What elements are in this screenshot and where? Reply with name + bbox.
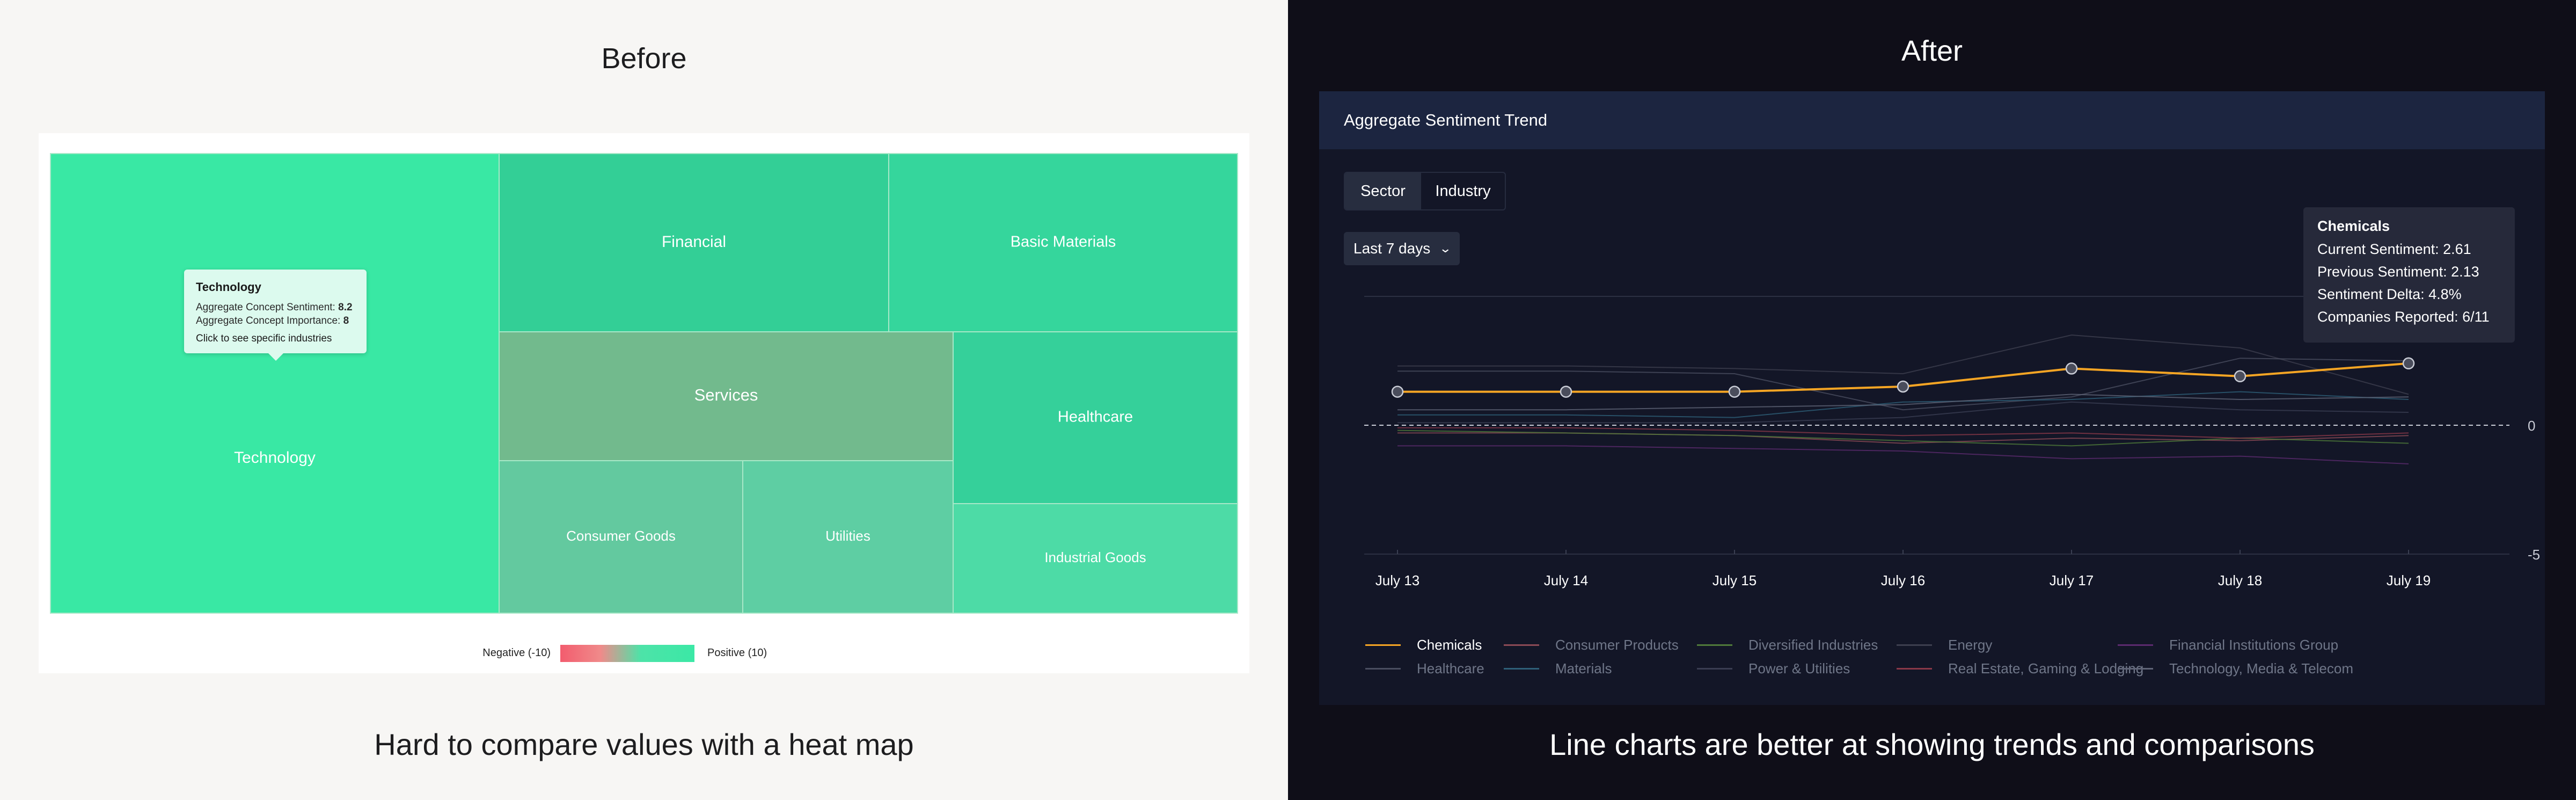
tile-label-technology: Technology — [234, 449, 316, 467]
after-title: After — [1901, 35, 1963, 67]
series-legend: Chemicals Consumer Products Diversified In… — [1365, 637, 2519, 685]
series-line-financial-institutions-group[interactable] — [1397, 445, 2409, 464]
legend-swatch — [1504, 644, 1539, 646]
legend-label: Energy — [1948, 637, 1993, 653]
data-point-chemicals[interactable] — [1728, 386, 1741, 398]
data-point-chemicals[interactable] — [2065, 362, 2078, 375]
tile-label-healthcare: Healthcare — [1058, 409, 1133, 426]
legend-item[interactable]: Technology, Media & Telecom — [2118, 660, 2353, 677]
legend-label: Technology, Media & Telecom — [2169, 660, 2354, 677]
data-point-chemicals[interactable] — [1560, 386, 1572, 398]
x-tick-label: July 19 — [2387, 572, 2431, 588]
after-caption: Line charts are better at showing trends… — [1549, 728, 2315, 761]
color-scale-bar — [560, 645, 694, 662]
y-tick-label: 0 — [2528, 418, 2535, 434]
legend-swatch — [1365, 644, 1401, 646]
legend-item[interactable]: Power & Utilities — [1697, 660, 1850, 677]
legend-label: Real Estate, Gaming & Lodging — [1948, 660, 2144, 677]
tile-label-consumer-goods: Consumer Goods — [566, 528, 676, 544]
legend-label: Consumer Products — [1555, 637, 1679, 653]
treemap: Technology Financial Basic Materials Servic… — [50, 153, 1238, 614]
legend-item[interactable]: Materials — [1504, 660, 1612, 677]
legend-label: Materials — [1555, 660, 1612, 677]
legend-item[interactable]: Real Estate, Gaming & Lodging — [1897, 660, 2143, 677]
legend-item[interactable]: Chemicals — [1365, 637, 1482, 653]
data-point-chemicals[interactable] — [2234, 370, 2246, 383]
tooltip-sentiment-value: 8.2 — [338, 302, 353, 313]
tooltip-sentiment-label: Aggregate Concept Sentiment: — [196, 302, 335, 313]
tile-label-financial: Financial — [662, 233, 726, 251]
x-tick-label: July 13 — [1375, 572, 1419, 588]
legend-swatch — [1365, 668, 1401, 670]
before-caption: Hard to compare values with a heat map — [374, 728, 914, 761]
tooltip-title: Technology — [196, 280, 261, 294]
tooltip-importance-line: Aggregate Concept Importance: 8 — [196, 314, 355, 328]
x-tick-label: July 14 — [1544, 572, 1588, 588]
legend-negative-label: Negative (-10) — [482, 647, 551, 659]
tile-label-industrial-goods: Industrial Goods — [1044, 549, 1146, 565]
chart-tooltip-line: Current Sentiment: 2.61 — [2317, 241, 2471, 257]
legend-item[interactable]: Financial Institutions Group — [2118, 637, 2338, 653]
legend-swatch — [1897, 668, 1932, 670]
chart-tooltip: Chemicals Current Sentiment: 2.61 Previo… — [2303, 207, 2515, 343]
tooltip-arrow — [268, 353, 283, 361]
chart-tooltip-line: Previous Sentiment: 2.13 — [2317, 264, 2479, 280]
tile-label-services: Services — [694, 386, 758, 404]
tooltip-importance-label: Aggregate Concept Importance: — [196, 315, 341, 326]
legend-swatch — [1697, 668, 1732, 670]
line-chart: 0 -5 July 13 July 14 July 15 July 16 July 17 Ju… — [1364, 296, 2540, 588]
legend-label: Diversified Industries — [1748, 637, 1878, 653]
tooltip-sentiment-line: Aggregate Concept Sentiment: 8.2 — [196, 301, 355, 314]
legend-swatch — [1697, 644, 1732, 646]
legend-item[interactable]: Healthcare — [1365, 660, 1484, 677]
after-panel: After Aggregate Sentiment Trend Sector I… — [1288, 0, 2576, 800]
tile-label-utilities: Utilities — [825, 528, 870, 544]
heatmap-card: Technology Financial Basic Materials Servic… — [39, 133, 1249, 673]
legend-label: Healthcare — [1417, 660, 1484, 677]
before-panel: Before Technology Financial Basic Material… — [0, 0, 1288, 800]
data-point-chemicals[interactable] — [2402, 357, 2415, 370]
x-tick-label: July 16 — [1881, 572, 1925, 588]
legend-swatch — [2118, 668, 2153, 670]
heatmap-tooltip: Technology Aggregate Concept Sentiment: … — [184, 270, 367, 361]
legend-label: Financial Institutions Group — [2169, 637, 2339, 653]
tile-label-basic-materials: Basic Materials — [1011, 234, 1116, 251]
legend-swatch — [2118, 644, 2153, 646]
legend-swatch — [1897, 644, 1932, 646]
tooltip-hint: Click to see specific industries — [196, 333, 332, 344]
line-chart-card: Aggregate Sentiment Trend Sector Industr… — [1319, 91, 2545, 705]
legend-item[interactable]: Energy — [1897, 637, 1992, 653]
legend-label: Power & Utilities — [1748, 660, 1850, 677]
legend-positive-label: Positive (10) — [707, 647, 767, 659]
x-tick-label: July 17 — [2050, 572, 2094, 588]
data-point-chemicals[interactable] — [1391, 386, 1404, 398]
y-tick-label: -5 — [2528, 547, 2540, 563]
legend-item[interactable]: Diversified Industries — [1697, 637, 1878, 653]
chart-tooltip-line: Sentiment Delta: 4.8% — [2317, 286, 2462, 302]
tooltip-importance-value: 8 — [343, 315, 349, 326]
tile-technology[interactable] — [50, 153, 500, 614]
before-title: Before — [601, 42, 687, 75]
x-tick-label: July 15 — [1713, 572, 1757, 588]
chart-tooltip-line: Companies Reported: 6/11 — [2317, 309, 2490, 325]
legend-swatch — [1504, 668, 1539, 670]
legend-label: Chemicals — [1417, 637, 1482, 653]
data-point-chemicals[interactable] — [1897, 380, 1909, 393]
legend-item[interactable]: Consumer Products — [1504, 637, 1679, 653]
chart-tooltip-title: Chemicals — [2317, 218, 2390, 234]
x-tick-label: July 18 — [2218, 572, 2262, 588]
